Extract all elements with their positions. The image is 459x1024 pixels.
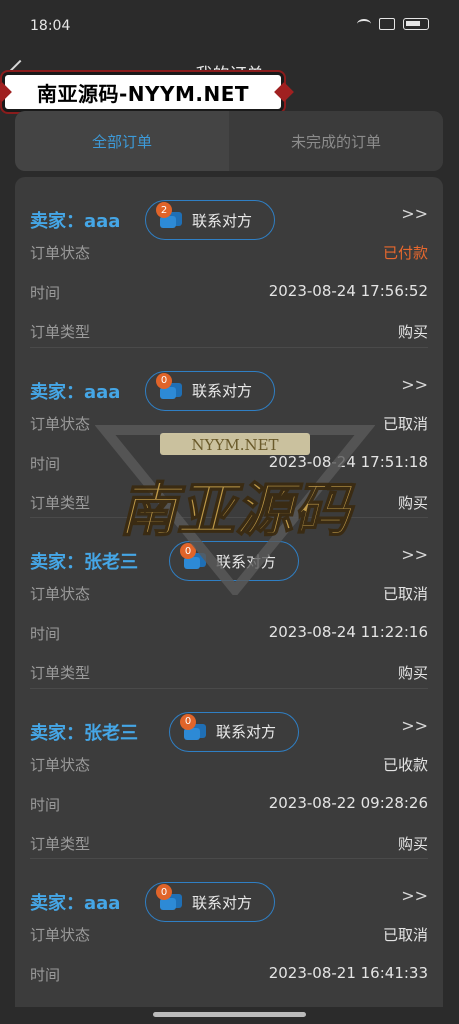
- chat-icon: 0: [156, 372, 184, 401]
- seller-name: 卖家：张老三: [30, 552, 138, 573]
- type-label: 订单类型: [30, 664, 91, 682]
- contact-label: 联系对方: [192, 382, 253, 400]
- status-value: 已取消: [382, 585, 428, 603]
- status-time: 18:04: [30, 18, 71, 34]
- time-value: 2023-08-21 16:41:33: [268, 964, 428, 982]
- contact-button[interactable]: 0 联系对方: [169, 541, 299, 581]
- type-value: 购买: [397, 323, 428, 341]
- type-row: 订单类型 购买: [30, 833, 428, 854]
- detail-arrow[interactable]: >>: [401, 375, 428, 394]
- chat-icon: 0: [180, 543, 208, 571]
- status-row: 订单状态 已收款: [30, 754, 428, 775]
- type-row: 订单类型 购买: [30, 321, 428, 342]
- contact-button[interactable]: 0 联系对方: [145, 370, 275, 411]
- status-label: 订单状态: [30, 926, 91, 944]
- time-value: 2023-08-22 09:28:26: [268, 793, 428, 812]
- order-tabs: 全部订单 未完成的订单: [15, 111, 443, 171]
- detail-arrow[interactable]: >>: [401, 716, 428, 735]
- status-bar: 18:04: [0, 0, 459, 52]
- type-value: 购买: [397, 664, 428, 682]
- time-label: 时间: [30, 454, 61, 473]
- status-value: 已付款: [382, 244, 428, 262]
- seller-name: 卖家：张老三: [30, 722, 138, 744]
- status-value: 已取消: [382, 414, 428, 433]
- battery-icon: [403, 18, 429, 30]
- time-row: 时间 2023-08-21 16:41:33: [30, 964, 428, 985]
- tab-all-orders[interactable]: 全部订单: [15, 111, 229, 171]
- order-card[interactable]: 卖家：张老三 0 联系对方 >> 订单状态 已收款 时间 2023-08-22 …: [30, 689, 428, 859]
- status-label: 订单状态: [30, 414, 91, 433]
- status-icons: [357, 18, 429, 30]
- contact-label: 联系对方: [192, 893, 253, 912]
- time-label: 时间: [30, 625, 61, 643]
- seller-name: 卖家：aaa: [30, 381, 121, 403]
- wifi-icon: [357, 19, 371, 29]
- time-label: 时间: [30, 284, 61, 302]
- order-list: 卖家：aaa 2 联系对方 >> 订单状态 已付款 时间 2023-08-24 …: [15, 177, 443, 1007]
- chat-icon: 0: [180, 713, 208, 742]
- status-row: 订单状态 已取消: [30, 924, 428, 945]
- status-label: 订单状态: [30, 585, 91, 603]
- unread-badge: 0: [180, 543, 196, 559]
- type-row: 订单类型 购买: [30, 492, 428, 513]
- seller-name: 卖家：aaa: [30, 211, 121, 232]
- contact-label: 联系对方: [216, 552, 277, 571]
- unread-badge: 0: [156, 372, 172, 389]
- time-value: 2023-08-24 17:56:52: [268, 282, 428, 300]
- status-value: 已取消: [382, 926, 428, 944]
- type-label: 订单类型: [30, 323, 91, 341]
- detail-arrow[interactable]: >>: [401, 545, 428, 564]
- chat-icon: 0: [156, 884, 184, 912]
- status-row: 订单状态 已取消: [30, 583, 428, 604]
- order-card[interactable]: 卖家：aaa 2 联系对方 >> 订单状态 已付款 时间 2023-08-24 …: [30, 177, 428, 348]
- time-row: 时间 2023-08-24 17:56:52: [30, 282, 428, 303]
- time-row: 时间 2023-08-22 09:28:26: [30, 794, 428, 815]
- logo-banner: 南亚源码-NYYM.NET: [2, 72, 284, 112]
- type-value: 购买: [397, 834, 428, 853]
- contact-label: 联系对方: [192, 211, 253, 230]
- home-indicator[interactable]: [153, 1012, 306, 1017]
- detail-arrow[interactable]: >>: [401, 204, 428, 223]
- order-card[interactable]: 卖家：aaa 0 联系对方 >> 订单状态 已取消 时间 2023-08-21 …: [30, 859, 428, 1007]
- type-row: 订单类型 购买: [30, 662, 428, 683]
- seller-name: 卖家：aaa: [30, 893, 121, 914]
- unread-badge: 2: [156, 202, 172, 218]
- tab-unfinished-orders[interactable]: 未完成的订单: [229, 111, 443, 171]
- status-value: 已收款: [382, 755, 428, 774]
- contact-button[interactable]: 0 联系对方: [145, 882, 275, 922]
- time-label: 时间: [30, 966, 61, 984]
- time-row: 时间 2023-08-24 11:22:16: [30, 623, 428, 644]
- status-row: 订单状态 已取消: [30, 413, 428, 434]
- detail-arrow[interactable]: >>: [401, 886, 428, 905]
- unread-badge: 0: [180, 713, 196, 730]
- time-label: 时间: [30, 795, 61, 814]
- contact-button[interactable]: 2 联系对方: [145, 200, 275, 240]
- type-label: 订单类型: [30, 834, 91, 853]
- contact-label: 联系对方: [216, 723, 277, 741]
- status-label: 订单状态: [30, 244, 91, 262]
- order-card[interactable]: 卖家：aaa 0 联系对方 >> 订单状态 已取消 时间 2023-08-24 …: [30, 348, 428, 518]
- type-value: 购买: [397, 493, 428, 512]
- status-row: 订单状态 已付款: [30, 242, 428, 263]
- order-card[interactable]: 卖家：张老三 0 联系对方 >> 订单状态 已取消 时间 2023-08-24 …: [30, 518, 428, 689]
- time-value: 2023-08-24 11:22:16: [268, 623, 428, 641]
- chat-icon: 2: [156, 202, 184, 230]
- time-row: 时间 2023-08-24 17:51:18: [30, 453, 428, 474]
- status-label: 订单状态: [30, 755, 91, 774]
- time-value: 2023-08-24 17:51:18: [268, 452, 428, 471]
- notification-icon: [379, 18, 395, 30]
- type-label: 订单类型: [30, 493, 91, 512]
- unread-badge: 0: [156, 884, 172, 900]
- contact-button[interactable]: 0 联系对方: [169, 711, 299, 752]
